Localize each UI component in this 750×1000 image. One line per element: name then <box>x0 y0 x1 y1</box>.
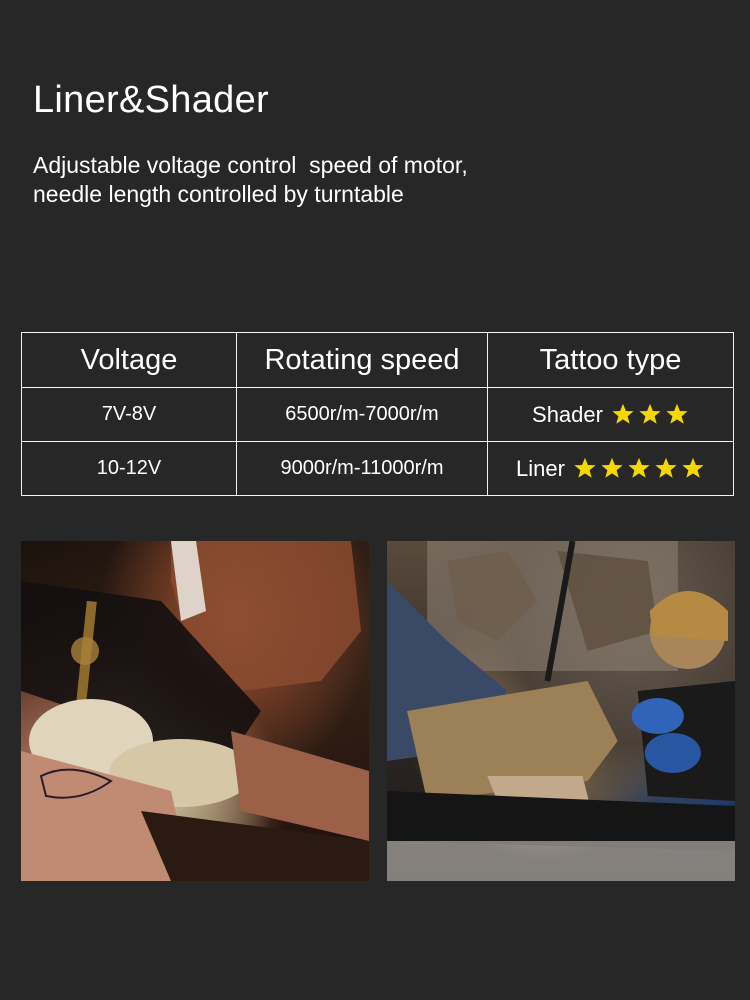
star-icon <box>573 457 597 480</box>
voltage-cell: 10-12V <box>21 441 237 496</box>
description-line-1: Adjustable voltage control speed of moto… <box>33 152 468 178</box>
tattoo-studio-session-photo <box>387 541 735 881</box>
table-row: 7V-8V 6500r/m-7000r/m Shader <box>21 387 734 442</box>
tattoo-type-cell: Liner <box>487 441 734 496</box>
star-rating <box>573 457 705 480</box>
description-line-2: needle length controlled by turntable <box>33 181 404 207</box>
tattoo-type-cell: Shader <box>487 387 734 442</box>
spec-table: Voltage Rotating speed Tattoo type 7V-8V… <box>21 332 734 496</box>
product-description: Adjustable voltage control speed of moto… <box>33 151 713 209</box>
table-row: 10-12V 9000r/m-11000r/m Liner <box>21 441 734 496</box>
star-icon <box>654 457 678 480</box>
header-tattoo-type: Tattoo type <box>487 332 734 388</box>
star-rating <box>611 403 689 426</box>
star-icon <box>638 403 662 426</box>
tattoo-artist-closeup-photo <box>21 541 369 881</box>
speed-cell: 9000r/m-11000r/m <box>236 441 488 496</box>
star-icon <box>681 457 705 480</box>
star-icon <box>611 403 635 426</box>
star-icon <box>600 457 624 480</box>
tattoo-type-label: Liner <box>516 455 565 481</box>
spec-table-header-row: Voltage Rotating speed Tattoo type <box>21 332 734 388</box>
star-icon <box>627 457 651 480</box>
header-voltage: Voltage <box>21 332 237 388</box>
speed-cell: 6500r/m-7000r/m <box>236 387 488 442</box>
voltage-cell: 7V-8V <box>21 387 237 442</box>
star-icon <box>665 403 689 426</box>
header-rotating-speed: Rotating speed <box>236 332 488 388</box>
tattoo-type-label: Shader <box>532 401 603 427</box>
page-title: Liner&Shader <box>33 79 269 121</box>
